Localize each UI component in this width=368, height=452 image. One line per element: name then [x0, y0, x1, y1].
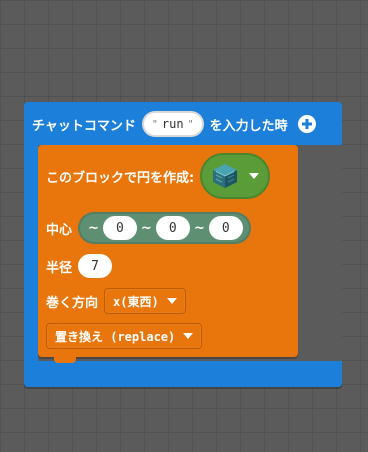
- chevron-down-icon: [166, 298, 177, 304]
- orientation-value: x(東西): [113, 294, 159, 309]
- radius-input[interactable]: 7: [78, 254, 113, 278]
- radius-label: 半径: [46, 260, 73, 276]
- block-picker[interactable]: [200, 153, 271, 199]
- relative-z-tilde: ~: [193, 220, 205, 236]
- orientation-dropdown[interactable]: x(東西): [104, 288, 186, 314]
- prismarine-block-icon: [213, 164, 238, 188]
- operation-value: 置き換え (replace): [55, 329, 176, 344]
- chat-command-header: チャットコマンド " run " を入力した時: [32, 110, 334, 138]
- command-value: run: [161, 117, 184, 131]
- position-x-input[interactable]: 0: [102, 216, 137, 240]
- plus-circle-icon[interactable]: [297, 115, 316, 133]
- relative-x-tilde: ~: [88, 220, 99, 236]
- command-input[interactable]: " run ": [141, 111, 204, 137]
- fill-circle-block[interactable]: このブロックで円を作成: 中心 ~ 0 ~ 0 ~ 0 半径 7 巻く方向 x(…: [38, 145, 298, 357]
- fill-block-title: このブロックで円を作成:: [46, 170, 195, 186]
- chevron-down-icon: [249, 173, 260, 179]
- operation-dropdown[interactable]: 置き換え (replace): [46, 323, 203, 349]
- relative-y-tilde: ~: [140, 220, 152, 236]
- position-input-group: ~ 0 ~ 0 ~ 0: [78, 212, 251, 244]
- chat-command-label: チャットコマンド: [32, 118, 136, 134]
- center-label: 中心: [46, 222, 73, 238]
- position-z-input[interactable]: 0: [208, 216, 243, 240]
- orientation-label: 巻く方向: [46, 295, 99, 311]
- position-y-input[interactable]: 0: [155, 216, 190, 240]
- connector-notch: [54, 357, 76, 363]
- chevron-down-icon: [183, 333, 194, 339]
- chat-command-suffix: を入力した時: [209, 118, 288, 134]
